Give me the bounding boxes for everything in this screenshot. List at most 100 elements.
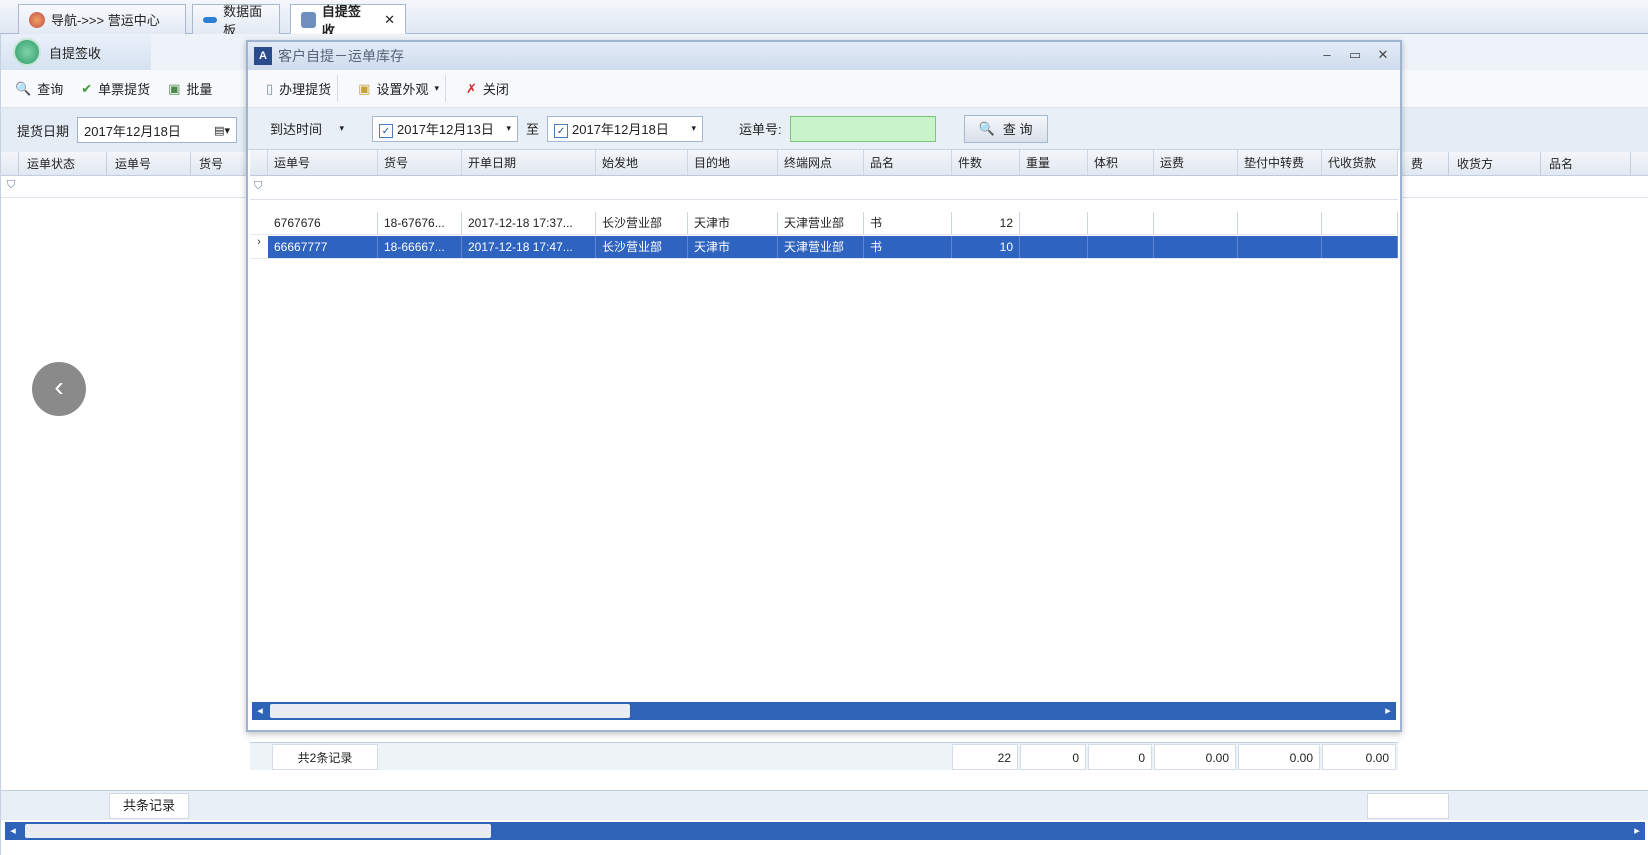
cell-pieces[interactable]: 10 (952, 236, 1020, 258)
cell-weight[interactable] (1020, 236, 1088, 258)
cell-destination[interactable]: 天津市 (688, 236, 778, 258)
column-header[interactable]: 垫付中转费 (1238, 150, 1322, 175)
filter-icon[interactable]: ⛉ (254, 180, 262, 193)
cell-product[interactable]: 书 (864, 212, 952, 234)
grid-filter-row[interactable]: ⛉ (250, 176, 1398, 200)
scroll-left-icon[interactable]: ◂ (252, 702, 268, 720)
chevron-down-icon[interactable]: ▾ (506, 123, 511, 134)
batch-icon: ▣ (168, 80, 181, 96)
row-indicator (250, 212, 268, 234)
chevron-down-icon[interactable]: ▾ (339, 123, 344, 134)
column-header[interactable]: 收货方 (1449, 152, 1541, 176)
scroll-thumb[interactable] (270, 704, 630, 718)
handle-pickup-button[interactable]: ▯ 办理提货 (260, 75, 339, 102)
cell-volume[interactable] (1088, 212, 1154, 234)
tab-navigation[interactable]: 导航->>> 营运中心 (18, 4, 186, 34)
scroll-right-icon[interactable]: ▸ (1380, 702, 1396, 720)
waybill-input[interactable] (789, 115, 936, 142)
search-icon: 🔍 (978, 120, 995, 136)
column-header[interactable]: 运单状态 (19, 152, 107, 176)
column-header[interactable]: 运单号 (268, 150, 378, 175)
scroll-right-icon[interactable]: ▸ (1629, 822, 1645, 840)
sum-weight: 0 (1020, 744, 1086, 770)
tab-data-panel[interactable]: 数据面板 (192, 4, 280, 38)
panel-icon (203, 16, 218, 23)
cell-weight[interactable] (1020, 212, 1088, 234)
pickup-date-field[interactable]: 2017年12月18日 ▤▾ (77, 117, 238, 143)
search-icon: 🔍 (15, 80, 32, 96)
scroll-thumb[interactable] (25, 824, 491, 838)
close-button[interactable]: ✗ 关闭 (460, 75, 515, 102)
cell-freight[interactable] (1154, 212, 1238, 234)
minimize-icon[interactable]: – (1318, 47, 1336, 65)
date-from-checkbox[interactable]: ✓ (379, 124, 393, 139)
cell-pieces[interactable]: 12 (952, 212, 1020, 234)
filter-icon[interactable]: ⛉ (7, 179, 15, 192)
column-header[interactable]: 运费 (1154, 150, 1238, 175)
cell-order-date[interactable]: 2017-12-18 17:37... (462, 212, 596, 234)
sum-transfer-fee: 0.00 (1238, 744, 1320, 770)
column-header[interactable]: 费 (1403, 152, 1449, 176)
chevron-down-icon[interactable]: ▾ (691, 123, 696, 134)
cell-volume[interactable] (1088, 236, 1154, 258)
time-type-select[interactable]: 到达时间 ▾ (264, 116, 350, 142)
sum-freight: 0.00 (1154, 744, 1236, 770)
date-from-picker[interactable]: ✓ 2017年12月13日 ▾ (372, 115, 518, 142)
cell-transfer-fee[interactable] (1238, 212, 1322, 234)
column-header[interactable]: 货号 (191, 152, 247, 176)
tab-self-pickup[interactable]: 自提签收 ✕ (290, 4, 406, 38)
cell-freight[interactable] (1154, 236, 1238, 258)
column-header[interactable]: 终端网点 (778, 150, 864, 175)
maximize-icon[interactable]: ▭ (1346, 47, 1364, 65)
cell-cod[interactable] (1322, 212, 1398, 234)
column-header[interactable]: 目的地 (688, 150, 778, 175)
search-button[interactable]: 🔍 查 询 (963, 114, 1048, 143)
cell-terminal[interactable]: 天津营业部 (778, 236, 864, 258)
page-horizontal-scrollbar[interactable]: ◂ ▸ (5, 822, 1645, 840)
close-icon[interactable]: ✕ (1374, 47, 1392, 65)
column-header[interactable]: 开单日期 (462, 150, 596, 175)
batch-button[interactable]: ▣ 批量 (168, 79, 212, 98)
column-header[interactable]: 代收货款 (1322, 150, 1398, 175)
column-header[interactable]: 货号 (378, 150, 462, 175)
table-row[interactable]: 6767676 18-67676... 2017-12-18 17:37... … (250, 212, 1398, 235)
dialog-toolbar: ▯ 办理提货 ▣ 设置外观 ▾ ✗ 关闭 (248, 70, 1400, 108)
cell-waybill-no[interactable]: 66667777 (268, 236, 378, 258)
table-row-selected[interactable]: › 66667777 18-66667... 2017-12-18 17:47.… (250, 236, 1398, 259)
cell-waybill-no[interactable]: 6767676 (268, 212, 378, 234)
to-label: 至 (526, 122, 540, 137)
document-tab-bar: 导航->>> 营运中心 数据面板 自提签收 ✕ (0, 0, 1648, 38)
footer-summary-cell (1367, 793, 1449, 819)
set-appearance-button[interactable]: ▣ 设置外观 ▾ (352, 75, 447, 102)
page-header: 自提签收 (1, 34, 151, 70)
column-header[interactable]: 件数 (952, 150, 1020, 175)
query-button[interactable]: 🔍 查询 (15, 79, 63, 98)
column-header[interactable]: 品名 (864, 150, 952, 175)
date-to-picker[interactable]: ✓ 2017年12月18日 ▾ (547, 115, 704, 142)
cell-goods-no[interactable]: 18-66667... (378, 236, 462, 258)
close-icon[interactable]: ✕ (384, 12, 395, 28)
column-header[interactable]: 品名 (1541, 152, 1631, 176)
cell-origin[interactable]: 长沙营业部 (596, 212, 688, 234)
scroll-left-icon[interactable]: ◂ (5, 822, 21, 840)
column-header[interactable]: 重量 (1020, 150, 1088, 175)
cell-transfer-fee[interactable] (1238, 236, 1322, 258)
cell-origin[interactable]: 长沙营业部 (596, 236, 688, 258)
calendar-icon[interactable]: ▤▾ (214, 124, 230, 137)
cell-goods-no[interactable]: 18-67676... (378, 212, 462, 234)
cell-terminal[interactable]: 天津营业部 (778, 212, 864, 234)
dialog-horizontal-scrollbar[interactable]: ◂ ▸ (252, 702, 1396, 720)
cell-cod[interactable] (1322, 236, 1398, 258)
column-header[interactable]: 运单号 (107, 152, 191, 176)
document-icon (301, 11, 316, 28)
column-header[interactable]: 始发地 (596, 150, 688, 175)
previous-arrow-button[interactable]: ‹ (32, 362, 86, 416)
document-icon: ▯ (266, 80, 274, 96)
single-pickup-button[interactable]: ✔ 单票提货 (81, 79, 150, 98)
cell-product[interactable]: 书 (864, 236, 952, 258)
date-to-checkbox[interactable]: ✓ (554, 124, 569, 139)
column-header[interactable]: 体积 (1088, 150, 1154, 175)
pickup-date-label: 提货日期 (17, 123, 70, 139)
cell-destination[interactable]: 天津市 (688, 212, 778, 234)
cell-order-date[interactable]: 2017-12-18 17:47... (462, 236, 596, 258)
